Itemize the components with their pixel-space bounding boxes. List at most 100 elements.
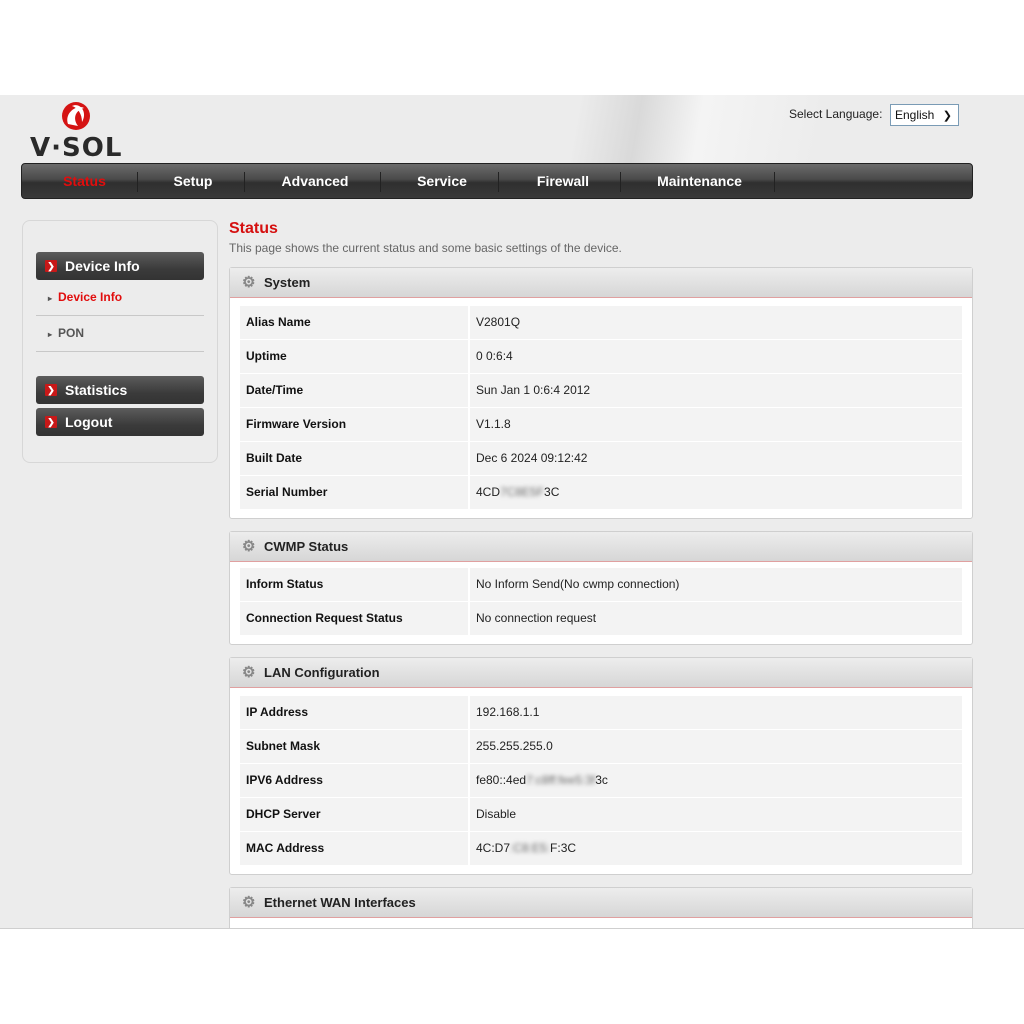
sidebar-logout-button[interactable]: ❯ Logout (36, 408, 204, 436)
panel-header: ⚙ CWMP Status (230, 532, 972, 562)
sidebar-divider (36, 351, 204, 352)
router-admin-page: V·SOL Select Language: English ❯ Status … (0, 95, 1024, 929)
ipv6-visible-part: fe80::4ed (476, 773, 527, 787)
table-row: Inform Status No Inform Send(No cwmp conn… (240, 568, 962, 602)
sidebar-item-label: PON (58, 326, 85, 340)
row-value: 255.255.255.0 (470, 730, 962, 763)
sidebar-statistics-button[interactable]: ❯ Statistics (36, 376, 204, 404)
panel-title: Ethernet WAN Interfaces (264, 895, 416, 910)
nav-status[interactable]: Status (42, 164, 127, 198)
row-value: Disable (470, 798, 962, 831)
sidebar-item-label: Device Info (58, 290, 123, 304)
row-label: DHCP Server (240, 798, 470, 831)
nav-divider (137, 172, 138, 192)
language-select[interactable]: English ❯ (890, 104, 959, 126)
sidebar-device-info-button[interactable]: ❯ Device Info (36, 252, 204, 280)
row-value: 192.168.1.1 (470, 696, 962, 729)
row-value: Sun Jan 1 0:6:4 2012 (470, 374, 962, 407)
page-title: Status (229, 220, 278, 237)
nav-advanced[interactable]: Advanced (258, 164, 372, 198)
nav-divider (774, 172, 775, 192)
panel-header: ⚙ Ethernet WAN Interfaces (230, 888, 972, 918)
sidebar-item-device-info[interactable]: ▸ Device Info (48, 290, 122, 304)
panel-header: ⚙ System (230, 268, 972, 298)
nav-service[interactable]: Service (392, 164, 492, 198)
row-label: IP Address (240, 696, 470, 729)
serial-blurred-part: 7C8E5F (500, 485, 545, 499)
row-label: Connection Request Status (240, 602, 470, 635)
sidebar-item-pon[interactable]: ▸ PON (48, 326, 84, 340)
wan-panel: ⚙ Ethernet WAN Interfaces (229, 887, 973, 928)
row-value: fe80::4ed7:c8ff:fee5:3f3c (470, 764, 962, 797)
serial-visible-part: 3C (544, 485, 560, 499)
row-value: No connection request (470, 602, 962, 635)
row-label: MAC Address (240, 832, 470, 865)
bullet-arrow-icon: ▸ (48, 294, 53, 303)
table-row: Alias Name V2801Q (240, 306, 962, 340)
table-row: DHCP Server Disable (240, 798, 962, 832)
sidebar-divider (36, 315, 204, 316)
lan-panel: ⚙ LAN Configuration IP Address 192.168.1.… (229, 657, 973, 875)
table-row: Uptime 0 0:6:4 (240, 340, 962, 374)
sidebar: ❯ Device Info ▸ Device Info ▸ PON ❯ Statis… (22, 220, 218, 463)
mac-visible-part: 4C:D7 (476, 841, 511, 855)
row-value: 4CD7C8E5F3C (470, 476, 962, 509)
table-row: Date/Time Sun Jan 1 0:6:4 2012 (240, 374, 962, 408)
header: V·SOL Select Language: English ❯ (0, 95, 1024, 165)
row-value: V2801Q (470, 306, 962, 339)
row-value: No Inform Send(No cwmp connection) (470, 568, 962, 601)
row-label: Date/Time (240, 374, 470, 407)
page-description: This page shows the current status and s… (229, 241, 622, 255)
nav-divider (620, 172, 621, 192)
system-panel: ⚙ System Alias Name V2801Q Uptime 0 0:6:4 … (229, 267, 973, 519)
nav-setup[interactable]: Setup (148, 164, 238, 198)
sidebar-logout-label: Logout (65, 414, 113, 430)
brand-logo-text: V·SOL (30, 133, 123, 163)
ipv6-blurred-part: 7:c8ff:fee5:3f (526, 773, 596, 787)
chevron-down-icon: ❯ (942, 110, 952, 122)
row-label: Alias Name (240, 306, 470, 339)
panel-title: System (264, 275, 311, 290)
serial-visible-part: 4CD (476, 485, 501, 499)
nav-divider (380, 172, 381, 192)
row-label: Built Date (240, 442, 470, 475)
chevron-right-icon: ❯ (45, 260, 57, 272)
table-row: Connection Request Status No connection r… (240, 602, 962, 636)
gear-icon: ⚙ (242, 894, 256, 911)
chevron-down-icon: ❯ (45, 416, 57, 428)
table-row: MAC Address 4C:D7:C8:E5:F:3C (240, 832, 962, 866)
row-label: IPV6 Address (240, 764, 470, 797)
table-row: Subnet Mask 255.255.255.0 (240, 730, 962, 764)
row-label: Serial Number (240, 476, 470, 509)
ipv6-visible-part: 3c (595, 773, 608, 787)
table-row: IPV6 Address fe80::4ed7:c8ff:fee5:3f3c (240, 764, 962, 798)
sidebar-device-info-label: Device Info (65, 258, 140, 274)
row-value: Dec 6 2024 09:12:42 (470, 442, 962, 475)
nav-divider (244, 172, 245, 192)
table-row: Firmware Version V1.1.8 (240, 408, 962, 442)
mac-blurred-part: :C8:E5: (510, 841, 551, 855)
bullet-arrow-icon: ▸ (48, 330, 53, 339)
chevron-down-icon: ❯ (45, 384, 57, 396)
nav-firewall[interactable]: Firewall (510, 164, 616, 198)
main-nav: Status Setup Advanced Service Firewall M… (21, 163, 973, 199)
row-value: V1.1.8 (470, 408, 962, 441)
row-value: 0 0:6:4 (470, 340, 962, 373)
language-selected-value: English (895, 108, 935, 122)
row-label: Firmware Version (240, 408, 470, 441)
row-label: Uptime (240, 340, 470, 373)
row-label: Inform Status (240, 568, 470, 601)
panel-header: ⚙ LAN Configuration (230, 658, 972, 688)
sidebar-statistics-label: Statistics (65, 382, 128, 398)
table-row: Serial Number 4CD7C8E5F3C (240, 476, 962, 510)
table-row: Built Date Dec 6 2024 09:12:42 (240, 442, 962, 476)
gear-icon: ⚙ (242, 274, 256, 291)
gear-icon: ⚙ (242, 664, 256, 681)
language-label: Select Language: (789, 107, 883, 121)
panel-title: CWMP Status (264, 539, 349, 554)
nav-divider (498, 172, 499, 192)
nav-maintenance[interactable]: Maintenance (632, 164, 767, 198)
gear-icon: ⚙ (242, 538, 256, 555)
cwmp-panel: ⚙ CWMP Status Inform Status No Inform Sen… (229, 531, 973, 645)
table-row: IP Address 192.168.1.1 (240, 696, 962, 730)
